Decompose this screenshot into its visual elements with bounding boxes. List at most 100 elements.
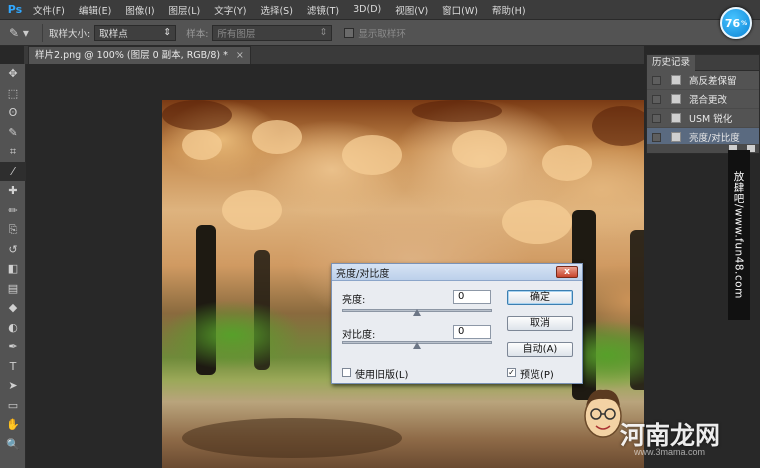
brush-tool-icon[interactable]: ✏: [0, 201, 26, 221]
canvas-bokeh: [542, 145, 592, 181]
preview-checkbox[interactable]: ✓: [507, 368, 516, 377]
brightness-label: 亮度:: [342, 295, 366, 306]
canvas-grass: [162, 300, 302, 370]
history-panel-header: 历史记录: [647, 55, 759, 71]
menu-window[interactable]: 窗口(W): [435, 3, 485, 17]
menu-bar: Ps 文件(F) 编辑(E) 图像(I) 图层(L) 文字(Y) 选择(S) 滤…: [0, 0, 760, 20]
contrast-slider-thumb[interactable]: [413, 342, 421, 349]
canvas-bokeh: [222, 190, 282, 230]
eyedropper-tool-icon[interactable]: ⁄: [0, 161, 26, 181]
history-list: 高反差保留混合更改 USM 锐化 亮度/对比度: [647, 71, 759, 147]
dialog-close-button[interactable]: x: [556, 266, 578, 278]
dodge-tool-icon[interactable]: ◐: [0, 318, 26, 338]
close-icon[interactable]: ×: [236, 50, 244, 61]
type-tool-icon[interactable]: T: [0, 357, 26, 377]
menu-image[interactable]: 图像(I): [118, 3, 161, 17]
sample-label: 样本:: [186, 28, 209, 40]
canvas-bokeh: [182, 130, 222, 160]
show-ring-checkbox[interactable]: [344, 27, 355, 38]
show-ring-label: 显示取样环: [358, 28, 406, 40]
menu-edit[interactable]: 编辑(E): [72, 3, 118, 17]
menu-file[interactable]: 文件(F): [26, 3, 72, 17]
ok-button[interactable]: 确定: [507, 290, 573, 305]
lasso-tool-icon[interactable]: ʘ: [0, 103, 26, 123]
canvas-bokeh: [252, 120, 302, 154]
canvas-shadow: [592, 106, 652, 146]
chevron-updown-icon: ⇕: [319, 27, 328, 38]
history-brush-tool-icon[interactable]: ↺: [0, 240, 26, 260]
dialog-title-bar[interactable]: 亮度/对比度: [332, 264, 582, 281]
menu-3d[interactable]: 3D(D): [346, 4, 388, 15]
zoom-badge-unit: %: [741, 19, 748, 27]
zoom-badge-value: 76: [724, 16, 741, 30]
use-legacy-label: 使用旧版(L): [355, 370, 409, 381]
chevron-updown-icon: ⇕: [163, 27, 172, 38]
blur-tool-icon[interactable]: ◆: [0, 298, 26, 318]
history-item-label: 混合更改: [689, 95, 728, 106]
history-state-icon: [671, 75, 681, 85]
history-source-checkbox[interactable]: [652, 113, 661, 123]
side-watermark: 放肆吧/www.fun48.com: [728, 150, 750, 320]
brightness-contrast-dialog: 亮度/对比度 x 亮度: 0 对比度: 0 使用旧版(L) 确定 取消 自动(A…: [331, 263, 583, 384]
hand-tool-icon[interactable]: ✋: [0, 415, 26, 435]
history-state-icon: [671, 113, 681, 123]
tools-panel: ✥ ⬚ ʘ ✎ ⌗ ⁄ ✚ ✏ ⎘ ↺ ◧ ▤ ◆ ◐ ✒ T ➤ ▭ ✋ 🔍: [0, 64, 26, 468]
history-source-checkbox[interactable]: [652, 75, 661, 85]
history-item-label: 高反差保留: [689, 76, 737, 87]
path-select-tool-icon[interactable]: ➤: [0, 376, 26, 396]
options-bar: ✎ ▾ 取样大小: 取样点 ⇕ 样本: 所有图层 ⇕ 显示取样环: [0, 20, 760, 46]
gradient-tool-icon[interactable]: ▤: [0, 279, 26, 299]
marquee-tool-icon[interactable]: ⬚: [0, 84, 26, 104]
menu-help[interactable]: 帮助(H): [485, 3, 533, 17]
history-source-checkbox[interactable]: [652, 132, 661, 142]
history-item[interactable]: 高反差保留: [647, 71, 759, 90]
sample-select[interactable]: 所有图层 ⇕: [212, 24, 333, 41]
contrast-input[interactable]: 0: [453, 325, 491, 339]
document-tab-bar: 样片2.png @ 100% (图层 0 副本, RGB/8) * ×: [24, 46, 644, 64]
canvas-bokeh: [502, 200, 572, 244]
use-legacy-checkbox[interactable]: [342, 368, 351, 377]
pen-tool-icon[interactable]: ✒: [0, 337, 26, 357]
cancel-button[interactable]: 取消: [507, 316, 573, 331]
history-item-label: 亮度/对比度: [689, 133, 740, 144]
shape-tool-icon[interactable]: ▭: [0, 396, 26, 416]
document-tab-title: 样片2.png @ 100% (图层 0 副本, RGB/8) *: [35, 50, 228, 61]
canvas-shadow: [412, 100, 502, 122]
eraser-tool-icon[interactable]: ◧: [0, 259, 26, 279]
sample-value: 所有图层: [217, 28, 256, 40]
quick-select-tool-icon[interactable]: ✎: [0, 123, 26, 143]
zoom-badge: 76%: [720, 7, 752, 39]
brightness-slider-thumb[interactable]: [413, 309, 421, 316]
canvas-bokeh: [342, 135, 402, 175]
menu-filter[interactable]: 滤镜(T): [300, 3, 346, 17]
auto-button[interactable]: 自动(A): [507, 342, 573, 357]
sample-size-value: 取样点: [99, 28, 128, 40]
menu-layer[interactable]: 图层(L): [162, 3, 208, 17]
canvas-shadow: [182, 418, 402, 458]
eyedropper-icon[interactable]: ✎ ▾: [4, 23, 34, 43]
history-item-label: USM 锐化: [689, 114, 733, 125]
document-tab[interactable]: 样片2.png @ 100% (图层 0 副本, RGB/8) * ×: [28, 46, 251, 64]
history-item[interactable]: USM 锐化: [647, 109, 759, 128]
canvas-shadow: [162, 100, 232, 130]
move-tool-icon[interactable]: ✥: [0, 64, 26, 84]
history-panel: 历史记录 高反差保留混合更改 USM 锐化 亮度/对比度: [646, 54, 760, 154]
history-item[interactable]: 混合更改: [647, 90, 759, 109]
menu-select[interactable]: 选择(S): [253, 3, 299, 17]
history-state-icon: [671, 94, 681, 104]
clone-tool-icon[interactable]: ⎘: [0, 220, 26, 240]
canvas-bokeh: [452, 130, 507, 168]
menu-type[interactable]: 文字(Y): [207, 3, 253, 17]
dialog-title: 亮度/对比度: [336, 268, 390, 280]
crop-tool-icon[interactable]: ⌗: [0, 142, 26, 162]
sample-size-select[interactable]: 取样点 ⇕: [94, 24, 177, 41]
history-source-checkbox[interactable]: [652, 94, 661, 104]
brand-watermark-url: www.3mama.com: [634, 447, 706, 457]
history-tab[interactable]: 历史记录: [647, 55, 696, 71]
zoom-tool-icon[interactable]: 🔍: [0, 435, 26, 455]
contrast-label: 对比度:: [342, 330, 376, 341]
healing-tool-icon[interactable]: ✚: [0, 181, 26, 201]
brightness-input[interactable]: 0: [453, 290, 491, 304]
menu-view[interactable]: 视图(V): [388, 3, 435, 17]
photoshop-logo: Ps: [7, 2, 23, 16]
